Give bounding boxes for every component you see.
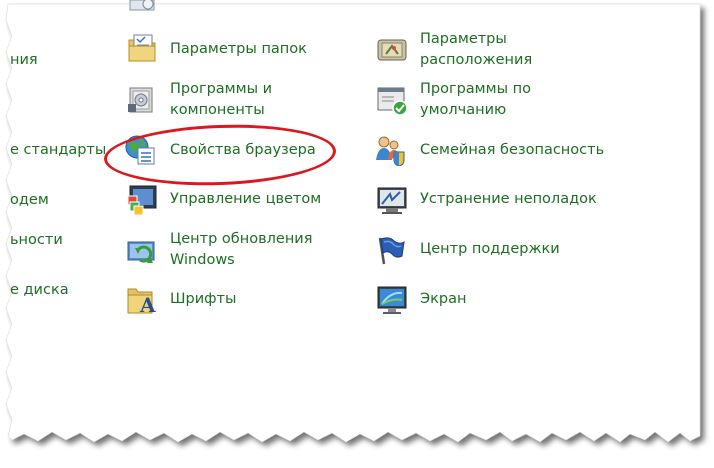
partial-top-icon	[129, 0, 155, 11]
display-icon[interactable]	[376, 284, 408, 316]
default-programs-label-line1[interactable]: Программы по	[420, 79, 531, 100]
windows-update-label-line2[interactable]: Windows	[170, 250, 235, 271]
fonts-icon[interactable]: A	[126, 283, 158, 315]
left-item-label-2[interactable]: е стандарты	[10, 140, 106, 161]
location-settings-icon[interactable]	[376, 34, 408, 66]
programs-features-label-line1[interactable]: Программы и	[170, 79, 272, 100]
highlight-ellipse	[103, 120, 337, 190]
windows-update-icon[interactable]	[126, 236, 158, 268]
left-item-label-4[interactable]: ьности	[10, 230, 63, 251]
folder-options-label[interactable]: Параметры папок	[170, 39, 307, 60]
location-settings-label-line1[interactable]: Параметры	[420, 29, 507, 50]
default-programs-icon[interactable]	[376, 84, 408, 116]
family-safety-icon[interactable]	[374, 134, 406, 166]
left-item-label-1[interactable]: ния	[10, 50, 38, 71]
location-settings-label-line2[interactable]: расположения	[420, 50, 532, 71]
fonts-label[interactable]: Шрифты	[170, 289, 236, 310]
folder-options-icon[interactable]	[126, 32, 158, 64]
troubleshooting-icon[interactable]	[376, 184, 408, 216]
action-center-label[interactable]: Центр поддержки	[420, 239, 560, 260]
programs-features-icon[interactable]	[126, 82, 158, 114]
control-panel-content: ния е стандарты одем ьности е диска Пара…	[0, 0, 704, 458]
windows-update-label-line1[interactable]: Центр обновления	[170, 229, 312, 250]
color-management-icon[interactable]	[126, 184, 158, 216]
svg-text:A: A	[139, 293, 156, 315]
color-management-label[interactable]: Управление цветом	[170, 189, 321, 210]
left-item-label-5[interactable]: е диска	[10, 280, 69, 301]
programs-features-label-line2[interactable]: компоненты	[170, 100, 265, 121]
default-programs-label-line2[interactable]: умолчанию	[420, 100, 506, 121]
display-label[interactable]: Экран	[420, 289, 466, 310]
family-safety-label[interactable]: Семейная безопасность	[420, 140, 604, 161]
left-item-label-3[interactable]: одем	[10, 190, 49, 211]
troubleshooting-label[interactable]: Устранение неполадок	[420, 189, 597, 210]
action-center-icon[interactable]	[374, 234, 406, 266]
